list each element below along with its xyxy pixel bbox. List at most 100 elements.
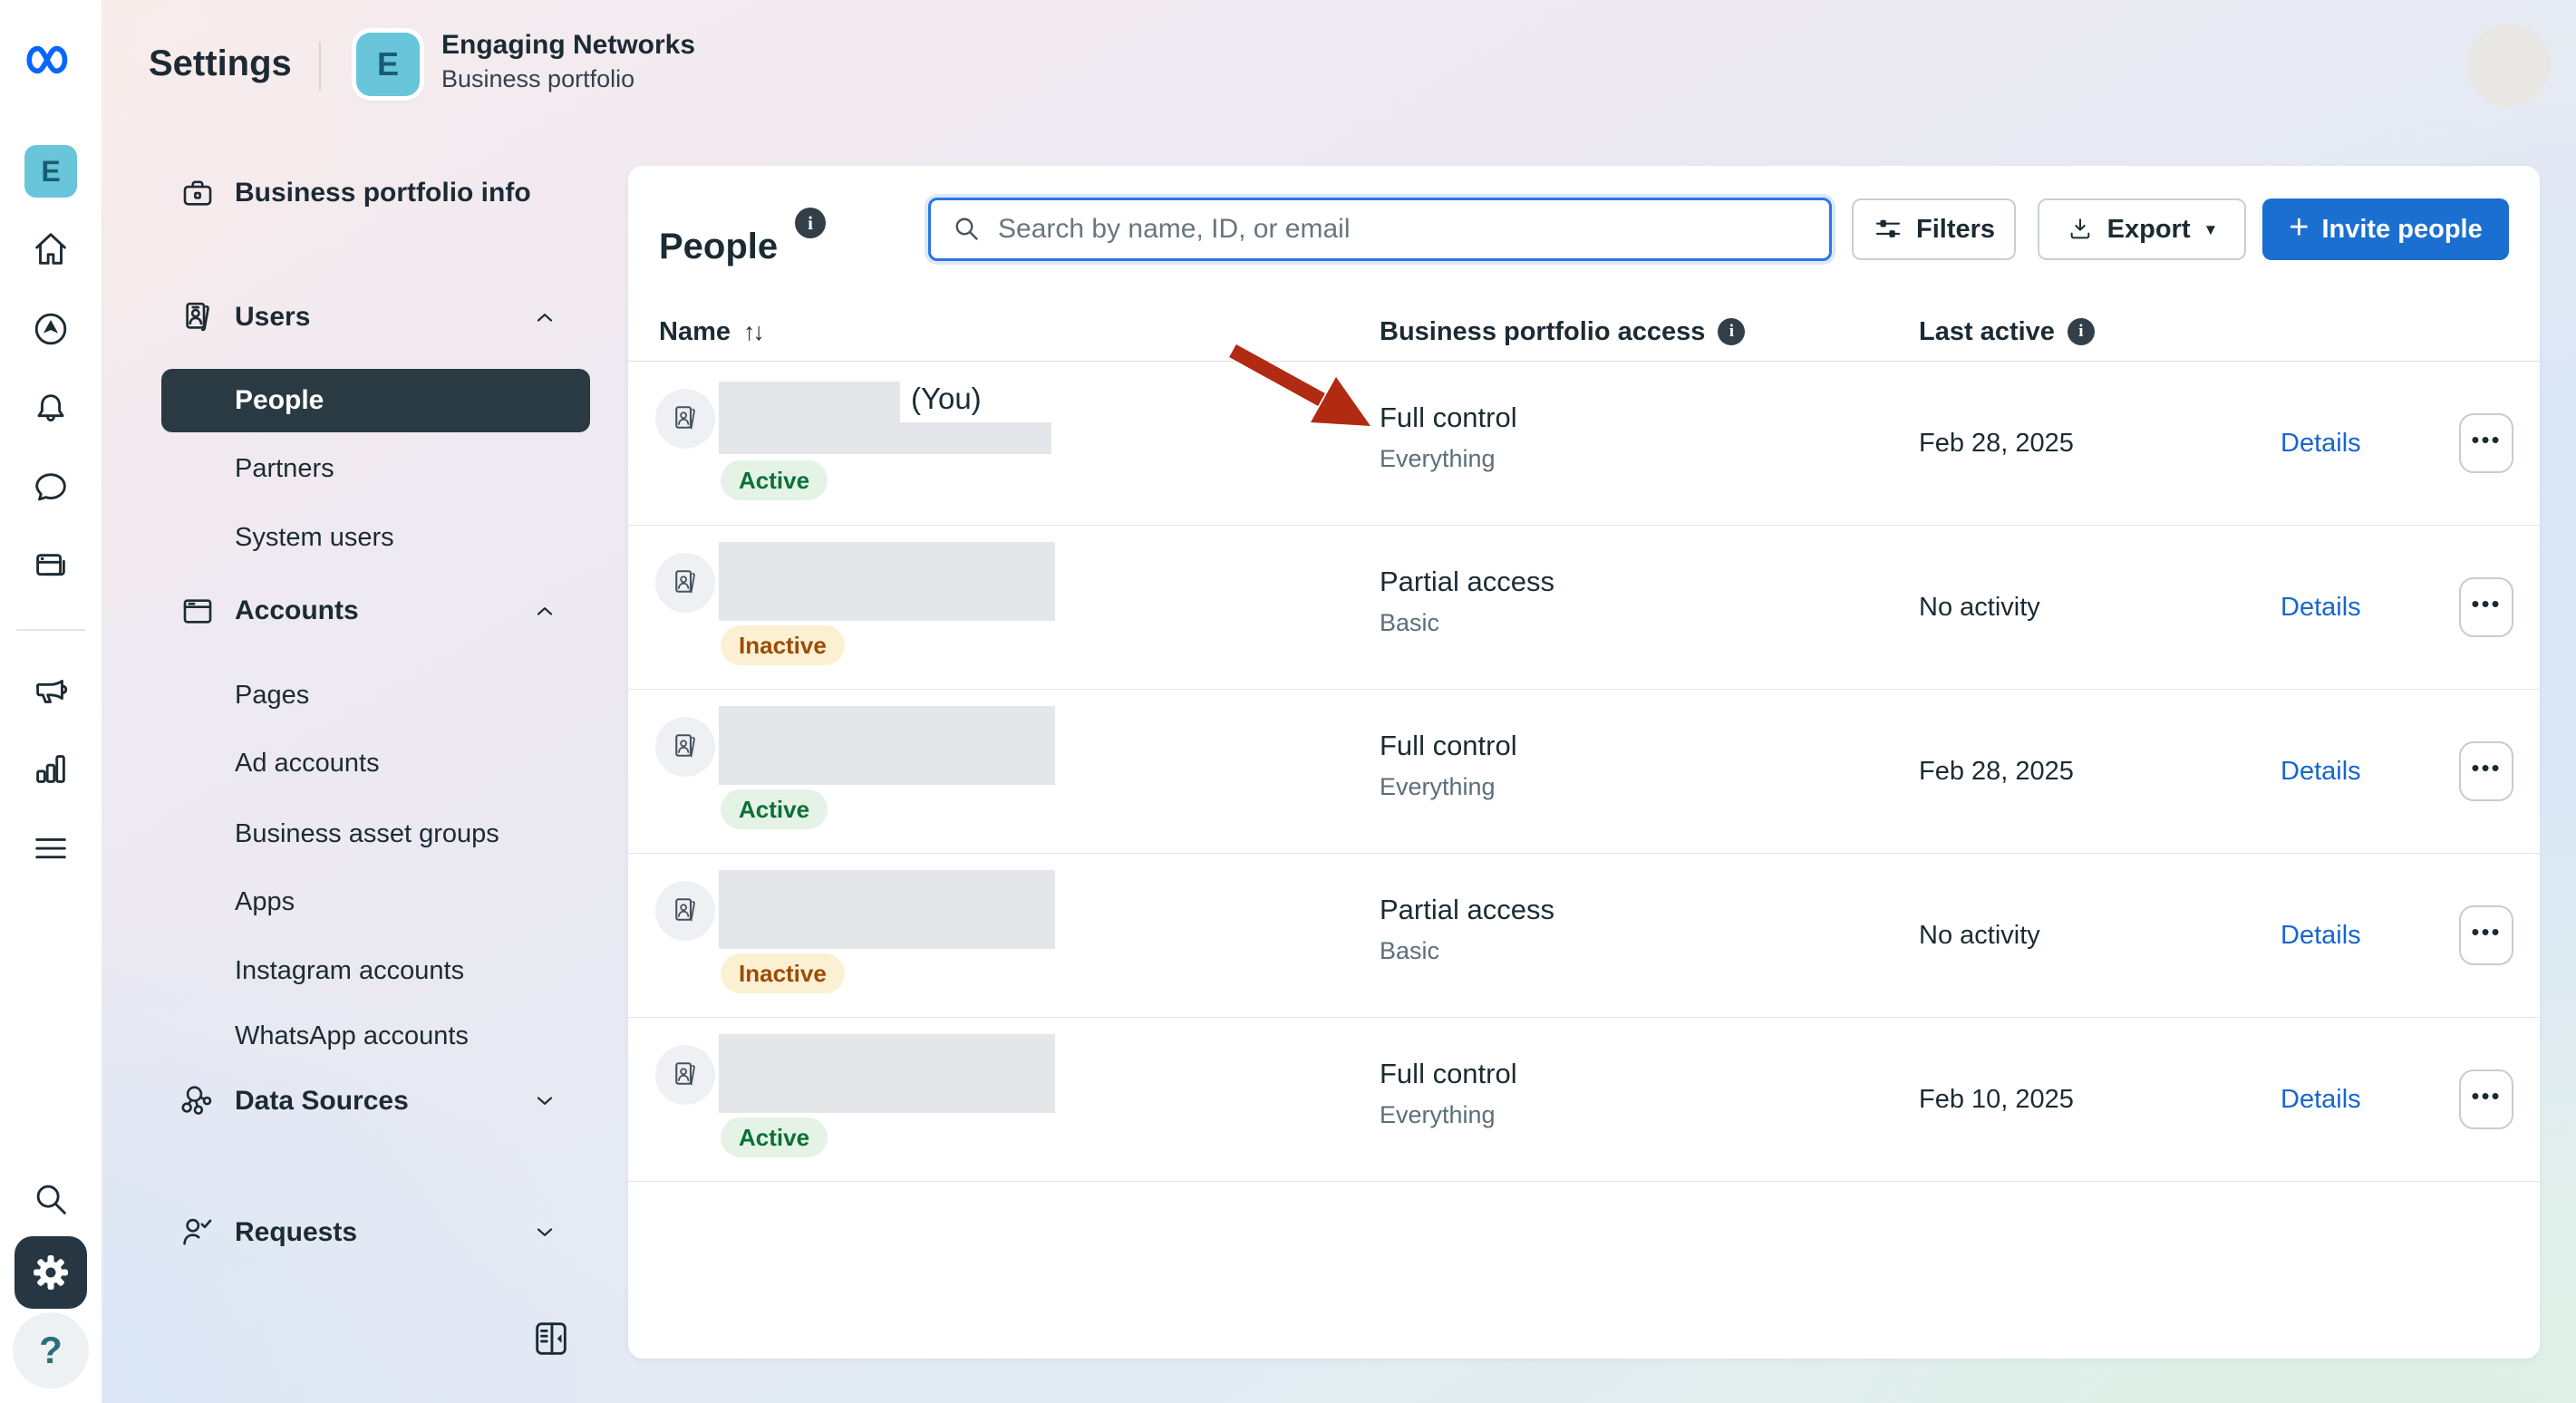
last-active-cell: Feb 28, 2025: [1919, 362, 2074, 526]
details-link[interactable]: Details: [2281, 1018, 2361, 1182]
meta-logo[interactable]: [18, 27, 83, 92]
access-cell: Partial access Basic: [1380, 894, 1554, 965]
sidebar-item-pages[interactable]: Pages: [102, 668, 625, 722]
messages-chat-icon: [30, 467, 72, 508]
archive-box-icon: [179, 592, 217, 630]
sidebar-item-instagram-accounts[interactable]: Instagram accounts: [102, 943, 625, 998]
chevron-down-icon: [529, 1086, 560, 1117]
redacted-email: [719, 422, 1051, 454]
redacted-name: [719, 870, 1055, 949]
sidebar-item-business-asset-groups[interactable]: Business asset groups: [102, 807, 625, 861]
search-icon: [30, 1178, 72, 1220]
rail-promote-button[interactable]: [18, 296, 83, 362]
sidebar-item-whatsapp-accounts[interactable]: WhatsApp accounts: [102, 1009, 625, 1063]
collapse-sidebar-button[interactable]: [530, 1318, 572, 1359]
id-card-icon: [669, 1059, 702, 1091]
table-row: Inactive Partial access Basic No activit…: [628, 854, 2540, 1018]
profile-avatar[interactable]: [2467, 24, 2551, 107]
rail-ads-button[interactable]: [18, 657, 83, 722]
access-cell: Partial access Basic: [1380, 566, 1554, 637]
export-label: Export: [2107, 215, 2191, 245]
rail-messages-button[interactable]: [18, 455, 83, 520]
invite-people-button[interactable]: + Invite people: [2262, 198, 2509, 260]
person-avatar: [655, 717, 715, 777]
download-icon: [2066, 215, 2095, 244]
details-link[interactable]: Details: [2281, 854, 2361, 1018]
sort-icon[interactable]: ↑↓: [743, 318, 762, 346]
rail-notifications-button[interactable]: [18, 376, 83, 441]
person-avatar: [655, 881, 715, 941]
export-button[interactable]: Export ▼: [2038, 198, 2246, 260]
search-icon: [951, 213, 983, 246]
table-row: Active Full control Everything Feb 10, 2…: [628, 1018, 2540, 1182]
id-card-icon: [669, 731, 702, 763]
status-badge: Active: [721, 1118, 828, 1157]
sidebar-section-users[interactable]: Users: [102, 285, 625, 349]
sidebar-section-requests[interactable]: Requests: [102, 1201, 625, 1264]
redacted-name: [719, 542, 1055, 621]
search-input[interactable]: [996, 213, 1829, 246]
column-header-access: Business portfolio access i: [1380, 302, 1745, 362]
rail-settings-button-active[interactable]: [15, 1236, 87, 1309]
app-icon-rail: E: [0, 0, 102, 1403]
all-tools-menu-icon: [30, 828, 72, 870]
sidebar-item-partners[interactable]: Partners: [102, 441, 625, 496]
sidebar-label: Requests: [235, 1217, 357, 1248]
column-header-name: Name ↑↓: [659, 302, 762, 362]
notifications-bell-icon: [30, 388, 72, 430]
sidebar-label: Accounts: [235, 595, 359, 626]
details-link[interactable]: Details: [2281, 690, 2361, 854]
home-icon: [30, 228, 72, 270]
filters-button[interactable]: Filters: [1852, 198, 2016, 260]
rail-portfolio-shortcut[interactable]: E: [18, 139, 83, 204]
sidebar-item-business-portfolio-info[interactable]: Business portfolio info: [102, 161, 625, 225]
people-panel: People i Filters Export ▼ + Invite peopl…: [628, 166, 2540, 1359]
chevron-up-icon: [529, 595, 560, 626]
details-link[interactable]: Details: [2281, 526, 2361, 690]
access-info-icon[interactable]: i: [1718, 318, 1745, 345]
rail-help-button[interactable]: ?: [13, 1312, 89, 1388]
filters-sliders-icon: [1873, 214, 1903, 245]
portfolio-name: Engaging Networks: [441, 30, 695, 61]
table-row: Active Full control Everything Feb 28, 2…: [628, 690, 2540, 854]
details-link[interactable]: Details: [2281, 362, 2361, 526]
person-avatar: [655, 1045, 715, 1105]
redacted-name: [719, 1034, 1055, 1113]
sidebar-section-accounts[interactable]: Accounts: [102, 579, 625, 643]
more-options-button[interactable]: •••: [2459, 905, 2513, 965]
meta-infinity-icon: [21, 41, 81, 79]
status-badge: Active: [721, 460, 828, 500]
rail-search-button[interactable]: [18, 1166, 83, 1232]
sidebar-item-people-selected[interactable]: People: [161, 369, 590, 432]
column-header-last-active: Last active i: [1919, 302, 2095, 362]
briefcase-icon: [179, 174, 217, 212]
sidebar-item-system-users[interactable]: System users: [102, 510, 625, 565]
sidebar-label: People: [235, 385, 324, 416]
more-options-button[interactable]: •••: [2459, 741, 2513, 801]
rail-pages-button[interactable]: [18, 536, 83, 601]
sidebar-item-ad-accounts[interactable]: Ad accounts: [102, 736, 625, 790]
portfolio-badge[interactable]: E: [356, 33, 420, 96]
id-card-icon: [179, 298, 217, 336]
rail-all-tools-button[interactable]: [18, 817, 83, 882]
rail-home-button[interactable]: [18, 217, 83, 282]
last-active-info-icon[interactable]: i: [2068, 318, 2095, 345]
last-active-cell: No activity: [1919, 854, 2040, 1018]
person-check-icon: [179, 1214, 217, 1252]
more-options-button[interactable]: •••: [2459, 1069, 2513, 1129]
sidebar-label: Users: [235, 302, 310, 333]
ads-megaphone-icon: [30, 669, 72, 711]
last-active-cell: Feb 28, 2025: [1919, 690, 2074, 854]
last-active-cell: No activity: [1919, 526, 2040, 690]
rail-insights-button[interactable]: [18, 736, 83, 801]
you-label: (You): [911, 382, 982, 416]
header-divider: [319, 42, 321, 91]
invite-label: Invite people: [2321, 215, 2482, 245]
more-options-button[interactable]: •••: [2459, 413, 2513, 473]
people-info-icon[interactable]: i: [795, 208, 826, 238]
settings-gear-icon: [29, 1251, 73, 1294]
people-search: [928, 198, 1832, 261]
sidebar-section-data-sources[interactable]: Data Sources: [102, 1069, 625, 1133]
more-options-button[interactable]: •••: [2459, 577, 2513, 637]
sidebar-item-apps[interactable]: Apps: [102, 875, 625, 929]
